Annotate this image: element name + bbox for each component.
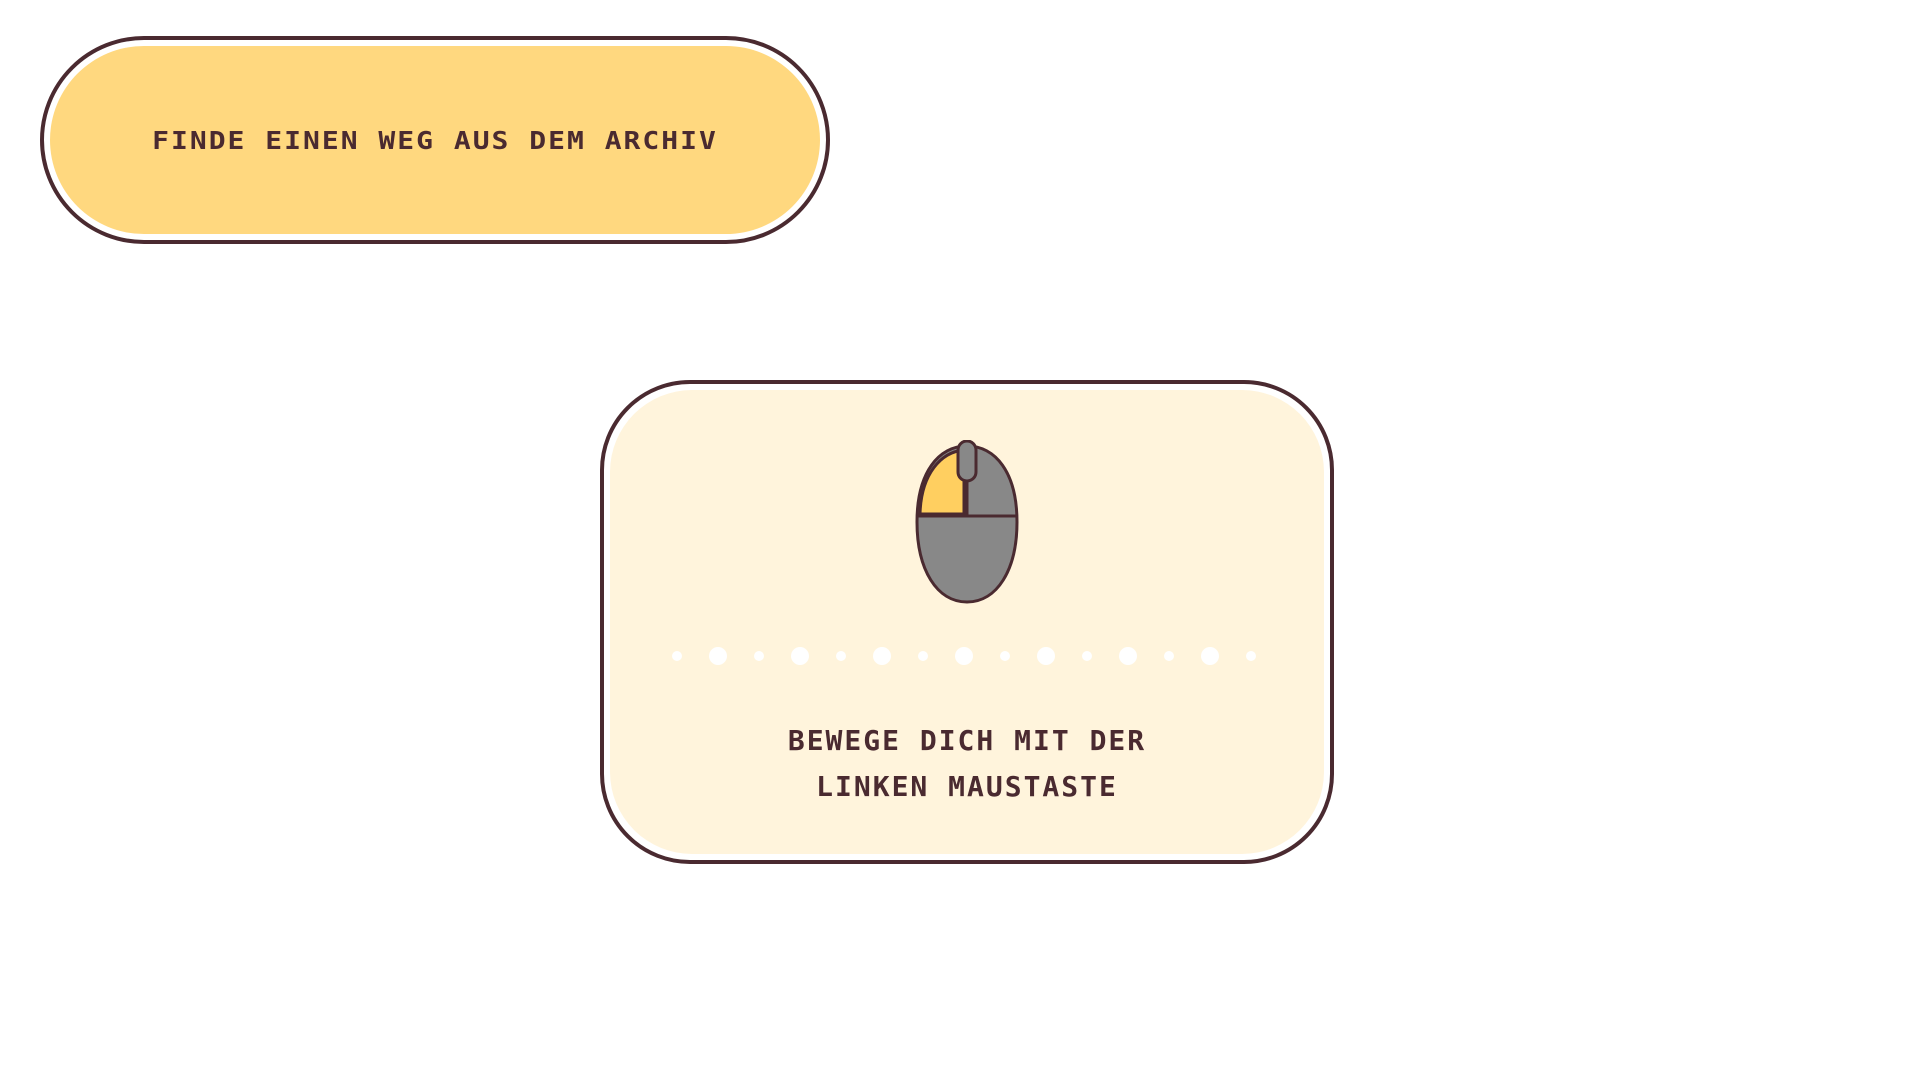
objective-banner-fill: FINDE EINEN WEG AUS DEM ARCHIV <box>50 46 820 234</box>
objective-text: FINDE EINEN WEG AUS DEM ARCHIV <box>152 125 718 155</box>
dotted-divider <box>672 647 1256 665</box>
controls-hint-fill: BEWEGE DICH MIT DER LINKEN MAUSTASTE <box>610 390 1324 854</box>
hint-line-2: LINKEN MAUSTASTE <box>816 770 1118 803</box>
divider-dot <box>1246 651 1256 661</box>
divider-dot <box>791 647 809 665</box>
mouse-left-click-icon <box>915 440 1019 604</box>
divider-dot <box>1037 647 1055 665</box>
hint-line-1: BEWEGE DICH MIT DER <box>787 724 1147 757</box>
divider-dot <box>1201 647 1219 665</box>
divider-dot <box>1082 651 1092 661</box>
divider-dot <box>1119 647 1137 665</box>
controls-hint-text: BEWEGE DICH MIT DER LINKEN MAUSTASTE <box>610 718 1324 810</box>
divider-dot <box>873 647 891 665</box>
divider-dot <box>672 651 682 661</box>
divider-dot <box>754 651 764 661</box>
divider-dot <box>918 651 928 661</box>
controls-hint-card: BEWEGE DICH MIT DER LINKEN MAUSTASTE <box>600 380 1334 864</box>
divider-dot <box>955 647 973 665</box>
divider-dot <box>836 651 846 661</box>
divider-dot <box>709 647 727 665</box>
objective-banner: FINDE EINEN WEG AUS DEM ARCHIV <box>40 36 830 244</box>
divider-dot <box>1000 651 1010 661</box>
divider-dot <box>1164 651 1174 661</box>
